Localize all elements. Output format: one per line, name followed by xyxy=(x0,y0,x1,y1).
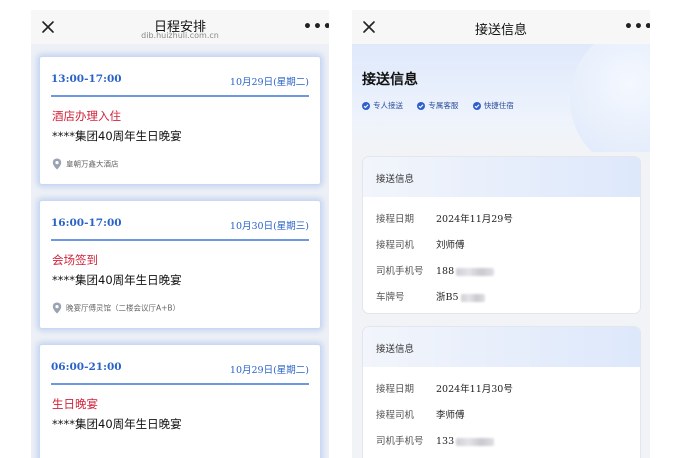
redacted-mask xyxy=(456,437,495,446)
info-value: 188 xyxy=(436,266,455,277)
info-value: 浙B5 xyxy=(436,292,459,303)
event-card-header: 13:00-17:00 10月29日(星期二) xyxy=(51,73,309,97)
info-row-phone: 司机手机号 188 xyxy=(376,263,495,277)
event-time: 06:00-21:00 xyxy=(51,361,122,373)
event-card[interactable]: 06:00-21:00 10月29日(星期二) 生日晚宴 ****集团40周年生… xyxy=(39,344,321,458)
transfer-card-title: 接送信息 xyxy=(376,344,415,355)
event-card-header: 16:00-17:00 10月30日(星期三) xyxy=(51,217,309,241)
transfer-card: 接送信息 接程日期 2024年11月29号 接程司机 刘师傅 司机手机号 188 车牌… xyxy=(362,156,641,314)
event-subtitle: ****集团40周年生日晚宴 xyxy=(52,417,182,431)
feature-item: 快捷住宿 xyxy=(472,100,514,111)
feature-list: 专人接送 专属客服 快捷住宿 xyxy=(362,100,526,111)
info-value: 133 xyxy=(436,436,455,447)
event-location-text: 皇朝万鑫大酒店 xyxy=(66,159,119,169)
event-name: 会场签到 xyxy=(52,253,98,267)
feature-label: 快捷住宿 xyxy=(483,101,514,110)
event-location: 晚宴厅傅灵馆（二楼会议厅A+B） xyxy=(52,302,180,314)
event-name: 生日晚宴 xyxy=(52,397,98,411)
check-icon xyxy=(362,101,370,110)
redacted-mask xyxy=(460,293,485,302)
feature-label: 专人接送 xyxy=(373,101,403,110)
info-label: 接程日期 xyxy=(376,214,415,225)
location-pin-icon xyxy=(52,158,62,170)
info-value: 2024年11月30号 xyxy=(436,384,513,395)
page-url: dib.huizhuli.com.cn xyxy=(141,31,219,40)
transfer-card-title: 接送信息 xyxy=(376,174,415,185)
hero-banner: 接送信息 专人接送 专属客服 快捷住宿 xyxy=(352,44,650,152)
redacted-mask xyxy=(456,267,495,276)
info-value: 李师傅 xyxy=(436,410,465,421)
check-icon xyxy=(417,101,426,110)
info-label: 接程日期 xyxy=(376,384,415,395)
title-bar: 日程安排 dib.huizhuli.com.cn ••• xyxy=(31,10,329,44)
event-location: 皇朝万鑫大酒店 xyxy=(52,158,119,170)
event-date: 10月29日(星期二) xyxy=(229,365,309,376)
decorative-circle xyxy=(570,44,650,152)
info-row-date: 接程日期 2024年11月30号 xyxy=(376,381,513,395)
info-row-phone: 司机手机号 133 xyxy=(376,433,495,447)
transfer-card-header: 接送信息 xyxy=(363,157,640,197)
event-subtitle: ****集团40周年生日晚宴 xyxy=(52,273,182,287)
event-date: 10月29日(星期二) xyxy=(229,77,309,88)
schedule-screen: 日程安排 dib.huizhuli.com.cn ••• 13:00-17:00… xyxy=(31,10,329,458)
info-value: 2024年11月29号 xyxy=(436,214,513,225)
location-pin-icon xyxy=(52,302,62,314)
event-name: 酒店办理入住 xyxy=(52,109,121,123)
feature-label: 专属客服 xyxy=(428,101,459,110)
info-label: 接程司机 xyxy=(376,410,415,421)
event-location-text: 晚宴厅傅灵馆（二楼会议厅A+B） xyxy=(66,303,181,313)
feature-item: 专人接送 xyxy=(362,100,403,111)
transfer-info-screen: 接送信息 ••• 接送信息 专人接送 专属客服 快捷住宿 接送信息 接程日期 20… xyxy=(352,10,650,458)
event-card[interactable]: 13:00-17:00 10月29日(星期二) 酒店办理入住 ****集团40周… xyxy=(39,56,321,185)
info-label: 车牌号 xyxy=(376,292,405,303)
feature-item: 专属客服 xyxy=(417,100,458,111)
info-row-plate: 车牌号 浙B5 xyxy=(376,289,485,303)
info-value: 刘师傅 xyxy=(436,240,465,251)
info-label: 司机手机号 xyxy=(376,266,424,277)
event-date: 10月30日(星期三) xyxy=(229,221,309,232)
event-time: 16:00-17:00 xyxy=(51,217,122,229)
page-title: 接送信息 xyxy=(474,23,527,38)
hero-title: 接送信息 xyxy=(362,72,418,88)
info-row-driver: 接程司机 刘师傅 xyxy=(376,237,465,251)
event-card-header: 06:00-21:00 10月29日(星期二) xyxy=(51,361,309,385)
more-icon[interactable]: ••• xyxy=(303,18,329,36)
check-icon xyxy=(472,101,481,110)
info-row-date: 接程日期 2024年11月29号 xyxy=(376,211,513,225)
title-bar: 接送信息 ••• xyxy=(352,10,650,44)
event-time: 13:00-17:00 xyxy=(51,73,122,85)
more-icon[interactable]: ••• xyxy=(624,18,650,36)
info-label: 接程司机 xyxy=(376,240,415,251)
event-subtitle: ****集团40周年生日晚宴 xyxy=(52,129,182,143)
info-row-driver: 接程司机 李师傅 xyxy=(376,407,465,421)
transfer-card-header: 接送信息 xyxy=(363,327,640,367)
transfer-card: 接送信息 接程日期 2024年11月30号 接程司机 李师傅 司机手机号 133 xyxy=(362,326,641,458)
info-label: 司机手机号 xyxy=(376,436,424,447)
event-card[interactable]: 16:00-17:00 10月30日(星期三) 会场签到 ****集团40周年生… xyxy=(39,200,321,329)
